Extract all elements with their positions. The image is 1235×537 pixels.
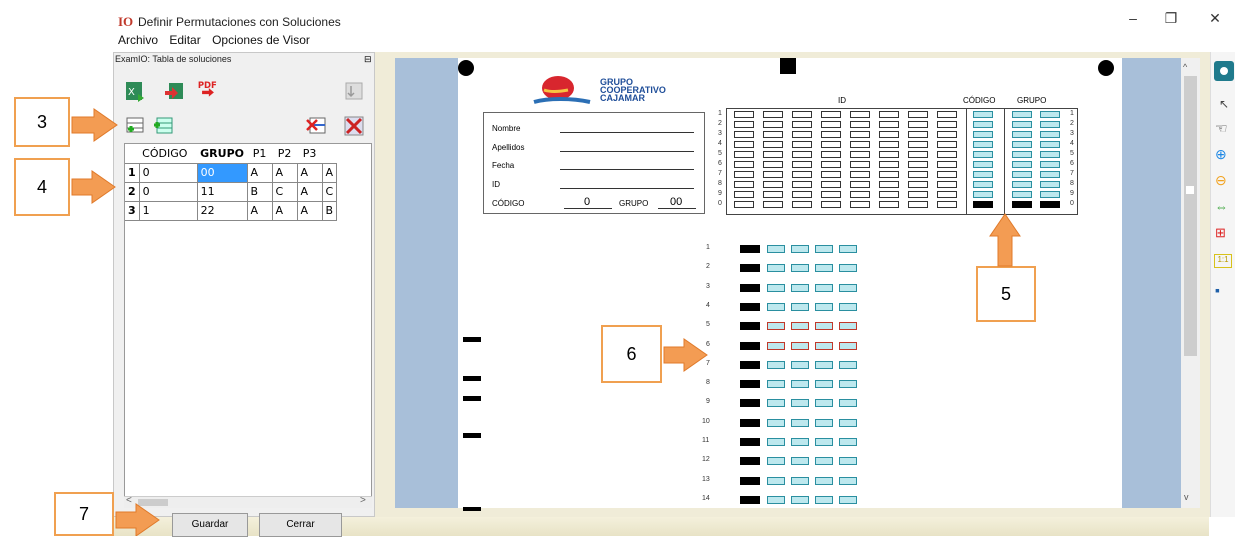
arrow-icon (989, 213, 1021, 267)
arrow-icon (115, 503, 160, 536)
arrow-icon (71, 108, 118, 142)
arrow-icon (71, 170, 116, 204)
callout-arrows (71, 108, 1021, 536)
arrow-icon (663, 338, 708, 372)
